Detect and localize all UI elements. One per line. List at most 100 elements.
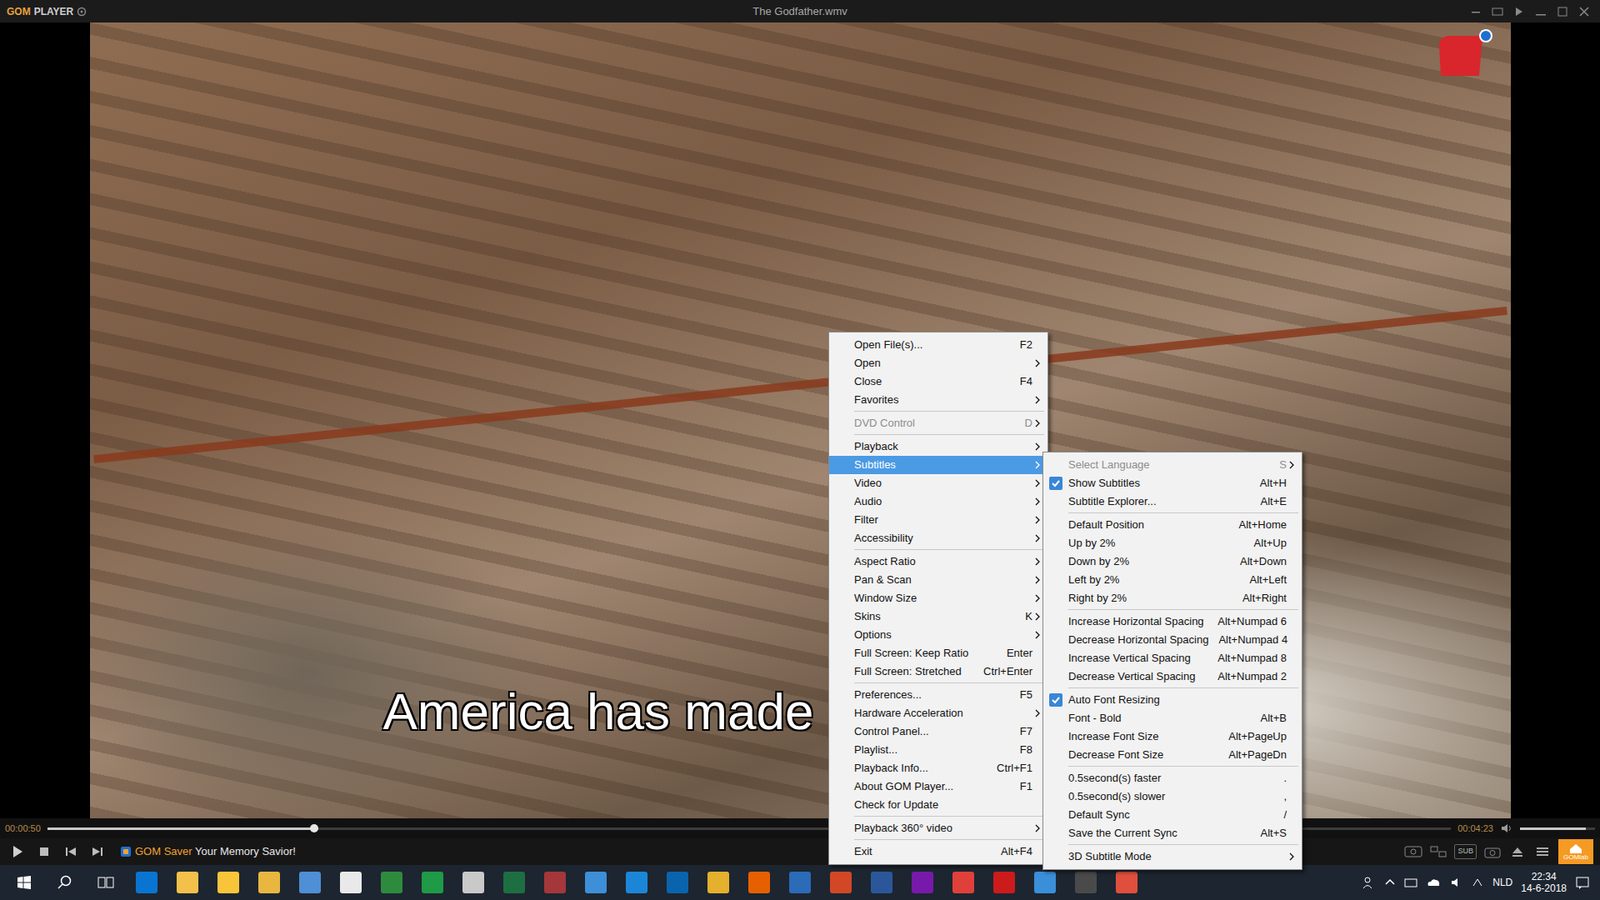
taskbar-app[interactable] — [697, 865, 739, 900]
taskbar-app[interactable] — [452, 865, 494, 900]
item-label[interactable]: Playback Info... — [854, 760, 987, 777]
taskbar-app[interactable] — [289, 865, 330, 900]
menu-item[interactable]: Auto Font Resizing — [1043, 690, 1302, 710]
item-label[interactable]: Favorites — [854, 391, 1023, 409]
capture-icon[interactable] — [1483, 845, 1502, 859]
item-label[interactable]: Preferences... — [854, 686, 1010, 704]
taskbar-app[interactable] — [779, 865, 820, 900]
play-next-icon[interactable] — [1510, 4, 1529, 20]
menu-item[interactable]: Favorites — [829, 390, 1048, 410]
menu-item[interactable]: SkinsK — [829, 607, 1048, 626]
item-label[interactable]: Subtitle Explorer... — [1068, 493, 1251, 510]
menu-item[interactable]: Default PositionAlt+Home — [1043, 515, 1302, 535]
menu-item[interactable]: Decrease Horizontal SpacingAlt+Numpad 4 — [1043, 630, 1302, 650]
eject-icon[interactable] — [1508, 845, 1527, 859]
menu-item[interactable]: ExitAlt+F4 — [829, 842, 1048, 861]
item-label[interactable]: Font - Bold — [1068, 710, 1251, 727]
item-label[interactable]: Skins — [854, 608, 1015, 625]
menu-item[interactable]: 0.5second(s) slower, — [1043, 787, 1302, 806]
menu-item[interactable]: Show SubtitlesAlt+H — [1043, 474, 1302, 493]
item-label[interactable]: Pan & Scan — [854, 571, 1023, 589]
item-label[interactable]: Default Sync — [1068, 806, 1274, 824]
people-icon[interactable] — [1362, 875, 1376, 890]
taskbar-app[interactable] — [166, 865, 208, 900]
item-label[interactable]: Aspect Ratio — [854, 553, 1023, 570]
item-label[interactable]: Full Screen: Stretched — [854, 663, 974, 680]
menu-item[interactable]: 3D Subtitle Mode — [1043, 847, 1302, 866]
menu-item[interactable]: Playback Info...Ctrl+F1 — [829, 759, 1048, 778]
menu-item[interactable]: Hardware Acceleration — [829, 704, 1048, 723]
pin-icon[interactable] — [1466, 4, 1485, 20]
volume-track[interactable] — [1520, 827, 1595, 830]
item-label[interactable]: Right by 2% — [1068, 590, 1233, 607]
item-label[interactable]: Decrease Horizontal Spacing — [1068, 631, 1209, 649]
menu-item[interactable]: About GOM Player...F1 — [829, 777, 1048, 796]
item-label[interactable]: Control Panel... — [854, 723, 1010, 740]
item-label[interactable]: 3D Subtitle Mode — [1068, 848, 1277, 865]
taskbar-app[interactable] — [493, 865, 535, 900]
item-label[interactable]: DVD Control — [854, 415, 1015, 432]
item-label[interactable]: Save the Current Sync — [1068, 825, 1251, 842]
item-label[interactable]: Full Screen: Keep Ratio — [854, 645, 997, 662]
close-icon[interactable] — [1575, 4, 1594, 20]
taskbar-app[interactable] — [1105, 865, 1147, 900]
menu-item[interactable]: Decrease Vertical SpacingAlt+Numpad 2 — [1043, 667, 1302, 686]
menu-item[interactable]: Check for Update — [829, 795, 1048, 815]
menu-item[interactable]: Playlist...F8 — [829, 740, 1048, 760]
item-label[interactable]: Increase Vertical Spacing — [1068, 650, 1208, 667]
taskbar-app[interactable] — [207, 865, 249, 900]
taskbar-app[interactable] — [1024, 865, 1065, 900]
menu-item[interactable]: Open — [829, 354, 1048, 373]
item-label[interactable]: Hardware Acceleration — [854, 705, 1023, 722]
taskbar-app[interactable] — [1065, 865, 1106, 900]
menu-item[interactable]: 0.5second(s) faster. — [1043, 769, 1302, 788]
taskbar-app[interactable] — [411, 865, 453, 900]
item-label[interactable]: Left by 2% — [1068, 571, 1240, 589]
onedrive-icon[interactable] — [1425, 875, 1441, 890]
taskbar-app[interactable] — [330, 865, 371, 900]
stop-icon[interactable] — [33, 840, 55, 863]
menu-item[interactable]: Filter — [829, 510, 1048, 530]
notifications-icon[interactable] — [1575, 875, 1590, 890]
subtitle-button[interactable]: SUB — [1454, 844, 1477, 860]
item-label[interactable]: Down by 2% — [1068, 553, 1230, 570]
menu-item[interactable]: Default Sync/ — [1043, 805, 1302, 825]
taskbar-app[interactable] — [942, 865, 984, 900]
menu-item[interactable]: Playback — [829, 437, 1048, 456]
menu-item[interactable]: Increase Vertical SpacingAlt+Numpad 8 — [1043, 649, 1302, 668]
menu-item[interactable]: Open File(s)...F2 — [829, 335, 1048, 355]
show-hidden-icon[interactable] — [1384, 875, 1396, 890]
menu-item[interactable]: Options — [829, 625, 1048, 645]
menu-item[interactable]: Increase Horizontal SpacingAlt+Numpad 6 — [1043, 612, 1302, 631]
item-label[interactable]: Exit — [854, 843, 991, 860]
item-label[interactable]: 0.5second(s) faster — [1068, 770, 1274, 787]
item-label[interactable]: Audio — [854, 493, 1023, 510]
item-label[interactable]: Decrease Vertical Spacing — [1068, 668, 1208, 685]
start-button[interactable] — [3, 865, 45, 900]
menu-item[interactable]: Video — [829, 474, 1048, 493]
item-label[interactable]: Open — [854, 355, 1023, 372]
taskbar-app[interactable] — [656, 865, 698, 900]
maximize-icon[interactable] — [1553, 4, 1572, 20]
screen-tools-icon[interactable] — [1429, 845, 1448, 859]
settings-icon[interactable] — [76, 6, 87, 17]
gomlab-logo[interactable]: GOMlab — [1558, 839, 1594, 865]
menu-item[interactable]: Preferences...F5 — [829, 685, 1048, 705]
item-label[interactable]: Video — [854, 475, 1023, 492]
taskbar-app[interactable] — [820, 865, 861, 900]
previous-icon[interactable] — [60, 840, 82, 863]
menu-item[interactable]: Aspect Ratio — [829, 552, 1048, 571]
volume-icon[interactable] — [1500, 822, 1514, 835]
item-label[interactable]: Increase Horizontal Spacing — [1068, 613, 1208, 630]
taskbar-app[interactable] — [248, 865, 290, 900]
menu-item[interactable]: Playback 360° video — [829, 819, 1048, 838]
taskbar-app[interactable] — [983, 865, 1025, 900]
item-label[interactable]: Up by 2% — [1068, 535, 1245, 552]
menu-item[interactable]: Full Screen: StretchedCtrl+Enter — [829, 662, 1048, 681]
taskbar-app[interactable] — [901, 865, 943, 900]
clock[interactable]: 22:3414-6-2018 — [1520, 870, 1567, 895]
dropbox-icon[interactable] — [1470, 875, 1485, 890]
item-label[interactable]: Playlist... — [854, 741, 1010, 759]
menu-item[interactable]: Control Panel...F7 — [829, 722, 1048, 741]
item-label[interactable]: Accessibility — [854, 530, 1023, 547]
